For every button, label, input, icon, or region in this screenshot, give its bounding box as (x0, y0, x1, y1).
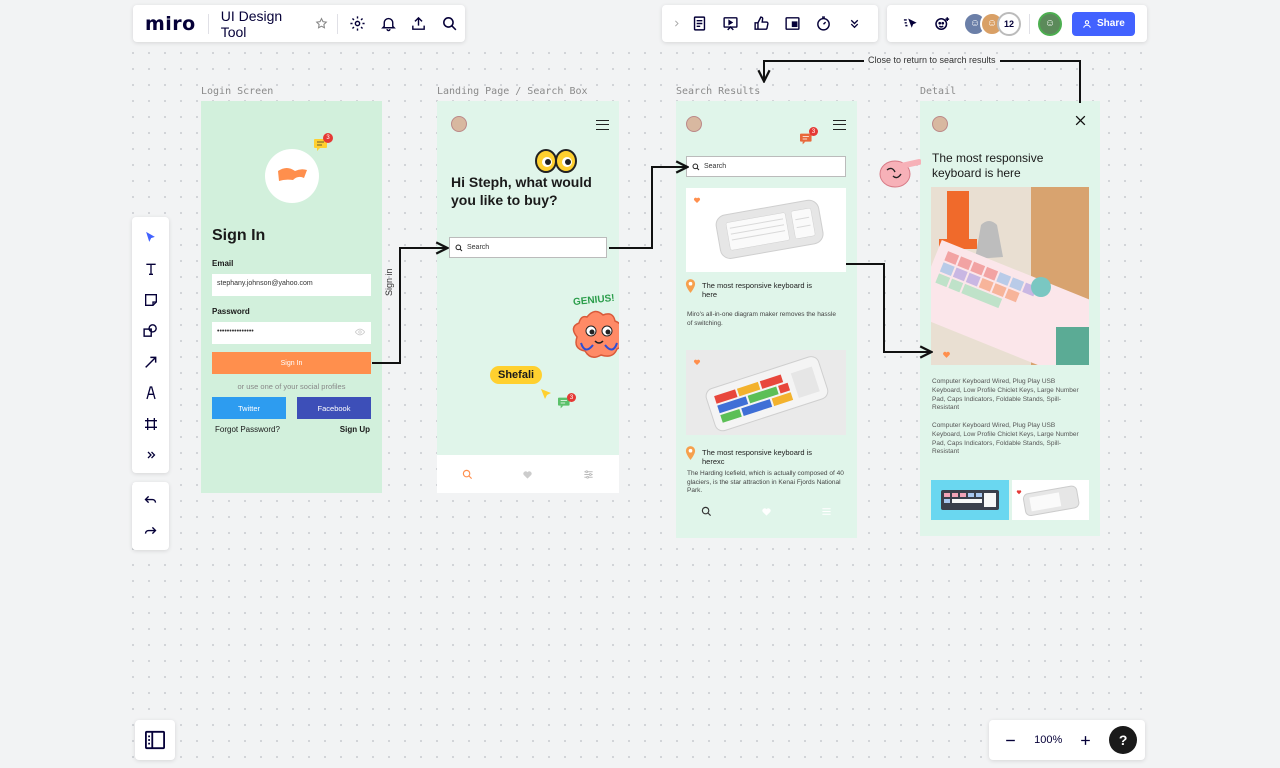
connector-close-label[interactable]: Close to return to search results (864, 55, 1000, 65)
connector-search[interactable] (609, 167, 686, 249)
connector-signin-label[interactable]: Sign in (384, 264, 394, 300)
connector-detail[interactable] (846, 263, 930, 352)
connector-close[interactable] (764, 60, 1081, 103)
connector-lines (372, 60, 1081, 364)
